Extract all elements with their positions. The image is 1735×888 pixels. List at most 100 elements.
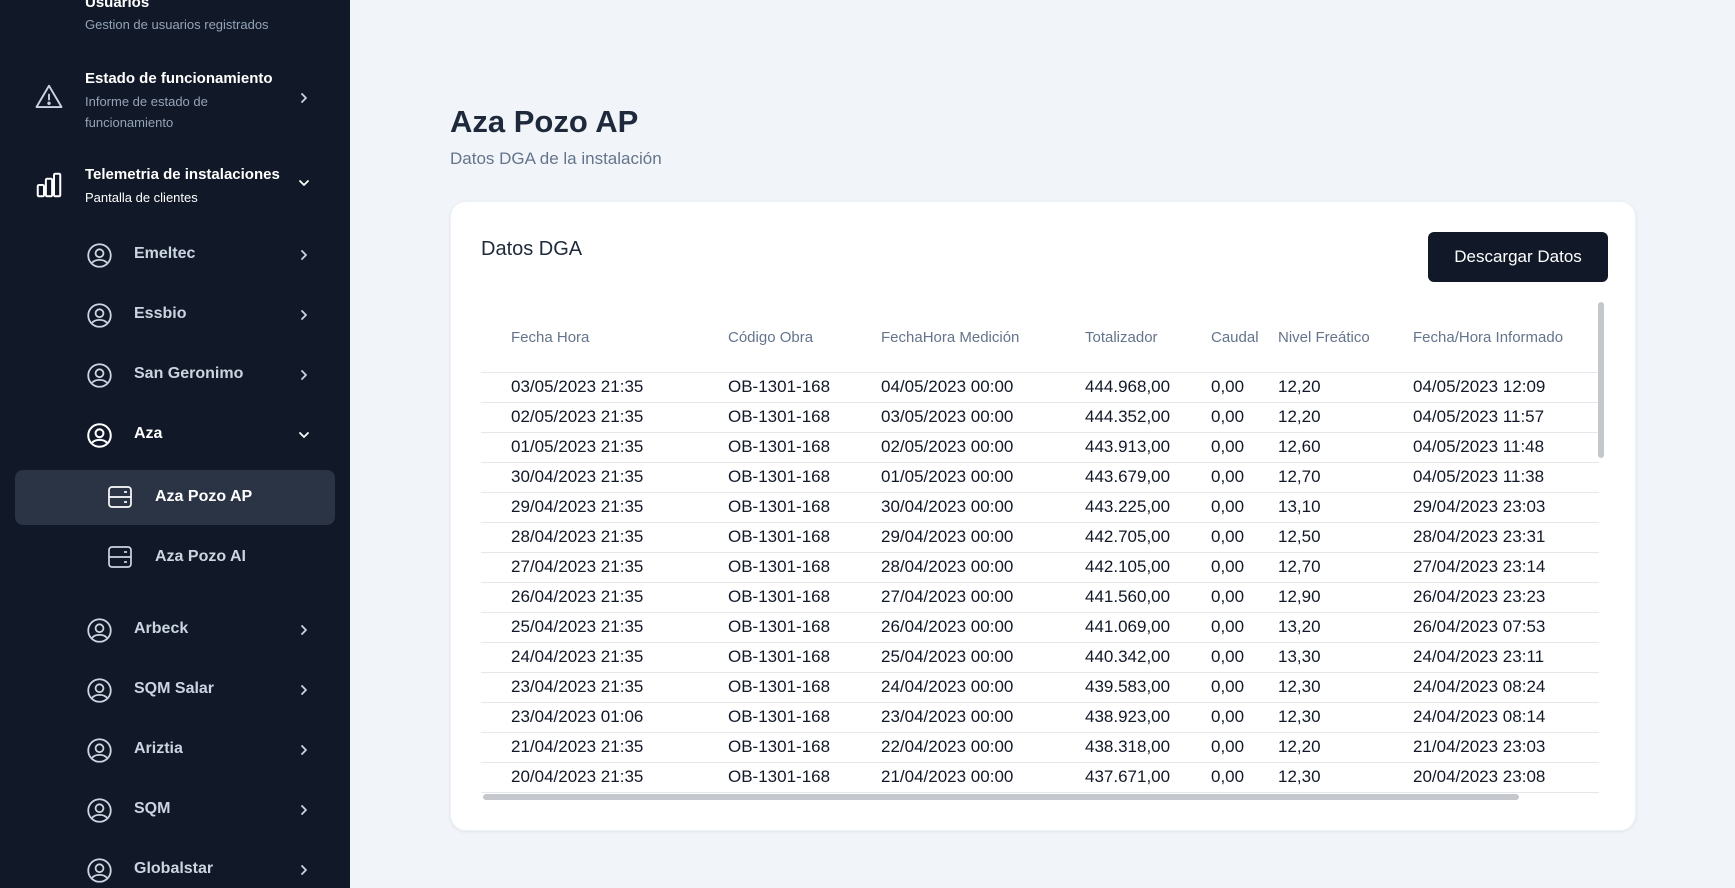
sidebar-item-globalstar[interactable]: Globalstar xyxy=(0,846,350,888)
chevron-right-icon xyxy=(301,865,307,875)
sidebar-item-aza[interactable]: Aza xyxy=(0,411,350,457)
sidebar-item-label: San Geronimo xyxy=(134,365,244,382)
horizontal-scrollbar[interactable] xyxy=(483,794,1519,800)
table-cell: 21/04/2023 21:35 xyxy=(481,732,698,763)
user-circle-icon xyxy=(87,738,112,763)
table-cell: 28/04/2023 23:31 xyxy=(1383,522,1599,553)
column-header: Nivel Freático xyxy=(1248,304,1383,373)
sidebar-item-aza-pozo-ap[interactable]: Aza Pozo AP xyxy=(15,470,335,525)
user-circle-icon xyxy=(87,303,112,328)
chevron-right-icon xyxy=(301,625,307,635)
chevron-down-icon xyxy=(299,180,309,186)
table-cell: OB-1301-168 xyxy=(698,552,851,583)
table-cell: 12,30 xyxy=(1248,702,1383,733)
user-circle-icon xyxy=(87,798,112,823)
column-header: Totalizador xyxy=(1055,304,1181,373)
sidebar-item-aza-pozo-ai[interactable]: Aza Pozo AI xyxy=(15,530,335,585)
table-cell: 30/04/2023 21:35 xyxy=(481,462,698,493)
table-cell: 0,00 xyxy=(1181,372,1248,403)
chevron-right-icon xyxy=(301,745,307,755)
column-header: Fecha Hora xyxy=(481,304,698,373)
table-cell: 21/04/2023 00:00 xyxy=(851,762,1055,793)
table-row: 30/04/2023 21:35 OB-1301-168 01/05/2023 00… xyxy=(481,462,1599,493)
table-cell: OB-1301-168 xyxy=(698,462,851,493)
table-cell: 0,00 xyxy=(1181,732,1248,763)
table-cell: 25/04/2023 00:00 xyxy=(851,642,1055,673)
table-cell: 04/05/2023 11:57 xyxy=(1383,402,1599,433)
table-cell: 26/04/2023 00:00 xyxy=(851,612,1055,643)
user-circle-icon xyxy=(87,423,112,448)
chevron-right-icon xyxy=(301,93,307,103)
table-cell: 437.671,00 xyxy=(1055,762,1181,793)
nav-estado-title: Estado de funcionamiento xyxy=(85,70,273,87)
sidebar-item-label: Aza Pozo AP xyxy=(155,488,253,505)
table-row: 29/04/2023 21:35 OB-1301-168 30/04/2023 00… xyxy=(481,492,1599,523)
table-cell: 30/04/2023 00:00 xyxy=(851,492,1055,523)
table-cell: 23/04/2023 00:00 xyxy=(851,702,1055,733)
sidebar-item-label: Aza Pozo AI xyxy=(155,548,246,565)
sidebar-item-sqm-salar[interactable]: SQM Salar xyxy=(0,666,350,712)
sidebar-item-essbio[interactable]: Essbio xyxy=(0,291,350,337)
warning-icon xyxy=(35,84,63,108)
table-cell: 04/05/2023 00:00 xyxy=(851,372,1055,403)
table-cell: OB-1301-168 xyxy=(698,522,851,553)
sidebar-item-arbeck[interactable]: Arbeck xyxy=(0,606,350,652)
table-cell: 0,00 xyxy=(1181,492,1248,523)
table-row: 27/04/2023 21:35 OB-1301-168 28/04/2023 00… xyxy=(481,552,1599,583)
sidebar-item-label: Essbio xyxy=(134,305,187,322)
table-cell: 20/04/2023 21:35 xyxy=(481,762,698,793)
table-cell: 24/04/2023 00:00 xyxy=(851,672,1055,703)
nav-estado-funcionamiento[interactable]: Estado de funcionamiento Informe de esta… xyxy=(0,60,350,140)
sidebar-item-label: Arbeck xyxy=(134,620,189,637)
table-cell: 24/04/2023 08:24 xyxy=(1383,672,1599,703)
table-cell: 12,20 xyxy=(1248,372,1383,403)
sidebar-item-emeltec[interactable]: Emeltec xyxy=(0,231,350,277)
sidebar-item-ariztia[interactable]: Ariztia xyxy=(0,726,350,772)
table-cell: 12,20 xyxy=(1248,402,1383,433)
nav-usuarios-title: Usuarios xyxy=(85,0,150,11)
table-row: 28/04/2023 21:35 OB-1301-168 29/04/2023 00… xyxy=(481,522,1599,553)
table-cell: 12,30 xyxy=(1248,672,1383,703)
table-body: 03/05/2023 21:35 OB-1301-168 04/05/2023 00… xyxy=(481,372,1599,793)
user-circle-icon xyxy=(87,858,112,883)
dga-table-container[interactable]: Fecha Hora Código Obra FechaHora Medición T… xyxy=(481,304,1599,794)
sidebar-item-sqm[interactable]: SQM xyxy=(0,786,350,832)
table-row: 21/04/2023 21:35 OB-1301-168 22/04/2023 00… xyxy=(481,732,1599,763)
column-header: Código Obra xyxy=(698,304,851,373)
table-cell: 0,00 xyxy=(1181,702,1248,733)
sidebar-item-label: Emeltec xyxy=(134,245,196,262)
nav-estado-subtitle: Informe de estado de funcionamiento xyxy=(85,94,208,130)
table-cell: OB-1301-168 xyxy=(698,762,851,793)
nav-telemetria[interactable]: Telemetria de instalaciones Pantalla de … xyxy=(0,160,350,220)
table-cell: 01/05/2023 00:00 xyxy=(851,462,1055,493)
table-cell: 0,00 xyxy=(1181,672,1248,703)
table-cell: 440.342,00 xyxy=(1055,642,1181,673)
download-data-button[interactable]: Descargar Datos xyxy=(1428,232,1608,282)
dga-data-card: Datos DGA Descargar Datos Fecha Hora Códi… xyxy=(450,201,1636,831)
table-cell: 12,90 xyxy=(1248,582,1383,613)
nav-usuarios[interactable]: Usuarios Gestion de usuarios registrados xyxy=(0,0,350,40)
vertical-scrollbar[interactable] xyxy=(1598,302,1604,458)
table-cell: 27/04/2023 21:35 xyxy=(481,552,698,583)
sidebar-item-label: Ariztia xyxy=(134,740,183,757)
table-cell: 12,30 xyxy=(1248,762,1383,793)
table-cell: OB-1301-168 xyxy=(698,702,851,733)
table-cell: 04/05/2023 11:38 xyxy=(1383,462,1599,493)
card-title: Datos DGA xyxy=(481,238,583,260)
chevron-right-icon xyxy=(301,310,307,320)
table-cell: 24/04/2023 08:14 xyxy=(1383,702,1599,733)
table-cell: 02/05/2023 21:35 xyxy=(481,402,698,433)
nav-telemetria-subtitle: Pantalla de clientes xyxy=(85,190,198,205)
table-cell: 24/04/2023 23:11 xyxy=(1383,642,1599,673)
sidebar-item-san-geronimo[interactable]: San Geronimo xyxy=(0,351,350,397)
table-cell: 0,00 xyxy=(1181,552,1248,583)
table-cell: 443.679,00 xyxy=(1055,462,1181,493)
table-cell: 0,00 xyxy=(1181,612,1248,643)
user-circle-icon xyxy=(87,618,112,643)
page-title: Aza Pozo AP xyxy=(450,104,639,139)
table-cell: 13,10 xyxy=(1248,492,1383,523)
chevron-right-icon xyxy=(301,370,307,380)
nav-usuarios-subtitle: Gestion de usuarios registrados xyxy=(85,17,269,32)
table-row: 23/04/2023 21:35 OB-1301-168 24/04/2023 00… xyxy=(481,672,1599,703)
table-cell: 442.705,00 xyxy=(1055,522,1181,553)
